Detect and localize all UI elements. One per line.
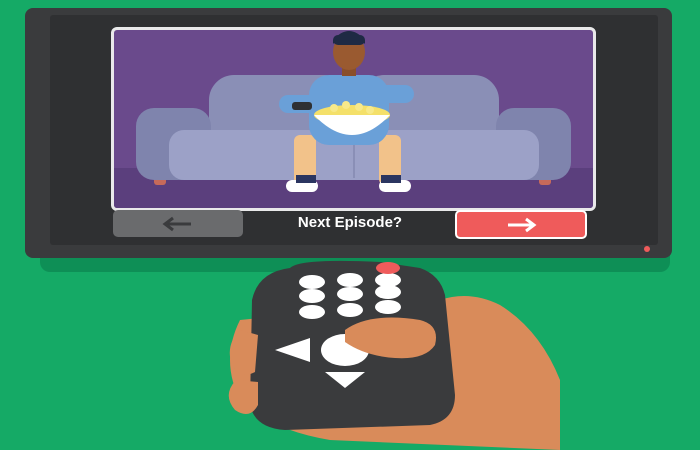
remote-power-button <box>376 262 400 274</box>
remote-and-hand-illustration <box>228 260 560 450</box>
remote-buttons <box>299 273 401 319</box>
finger-lower <box>228 380 258 414</box>
